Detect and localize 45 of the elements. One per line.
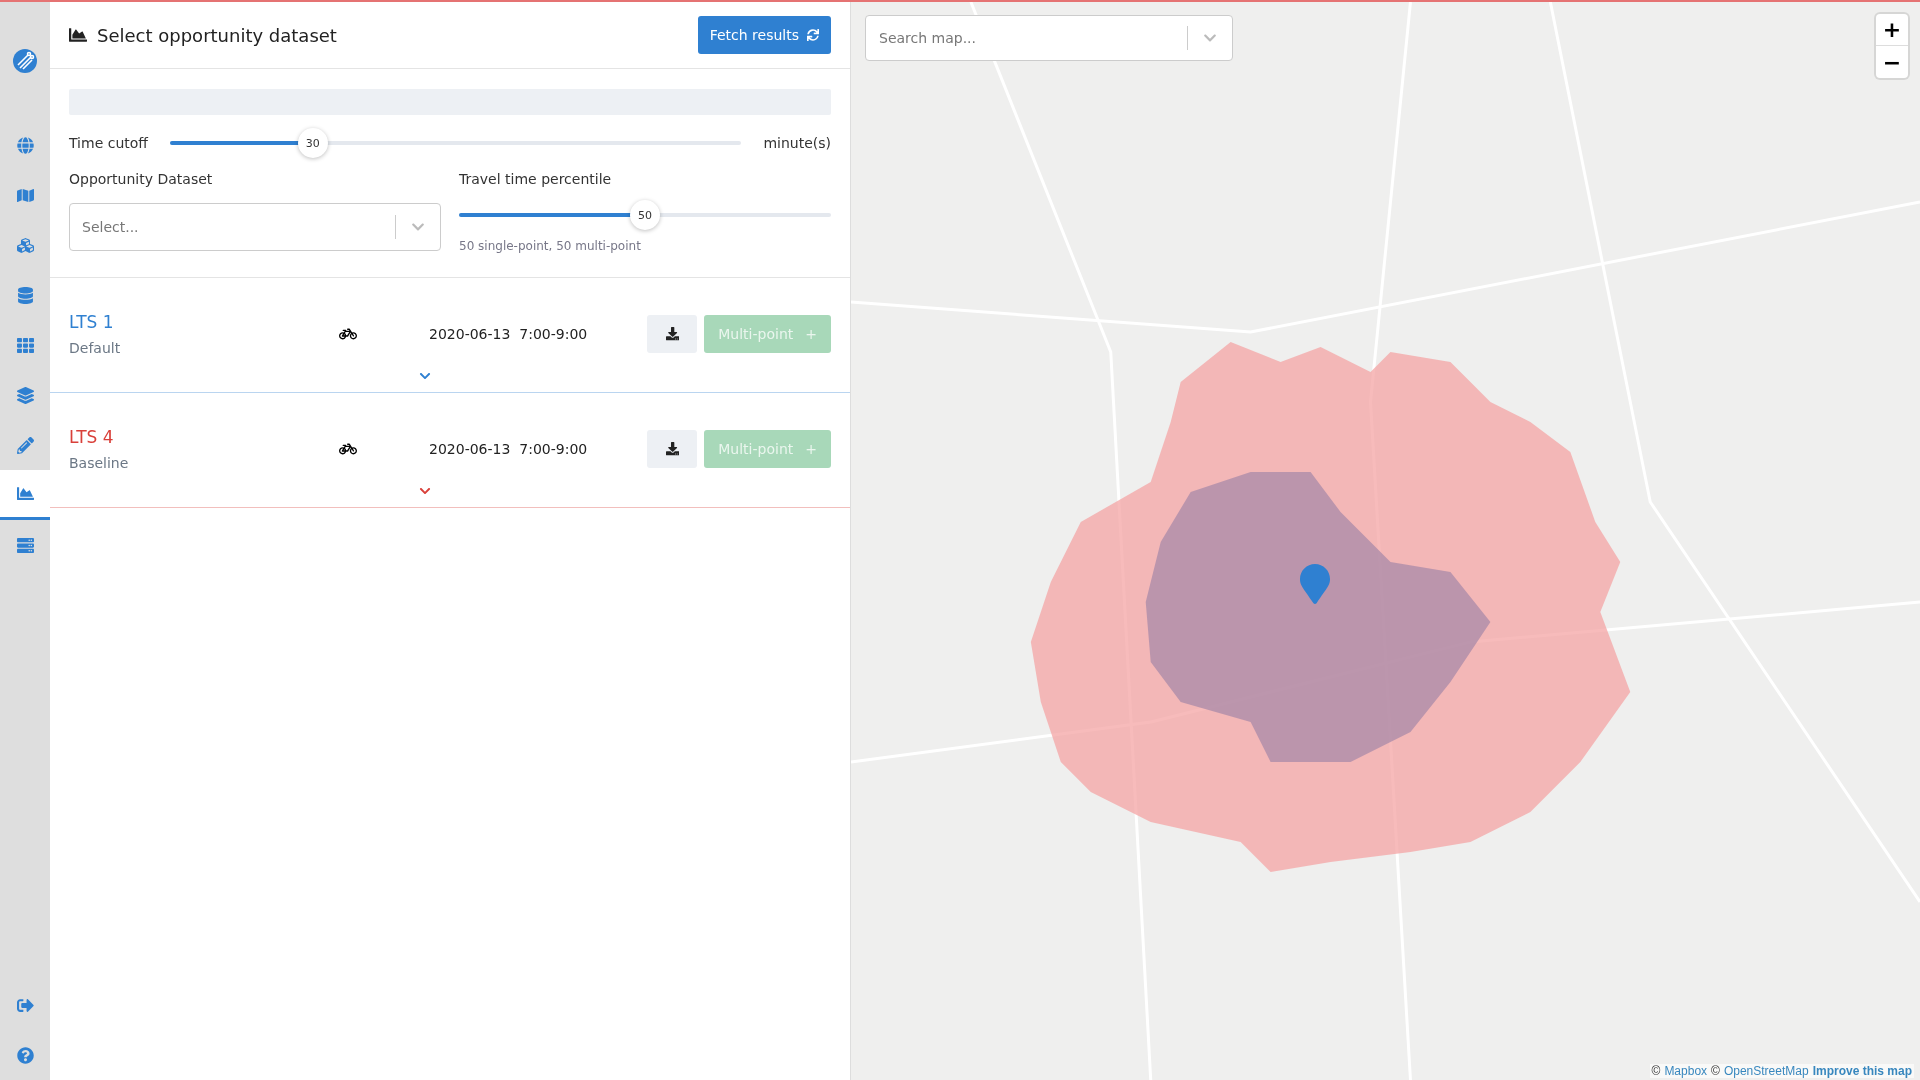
attribution-link[interactable]: OpenStreetMap <box>1723 1064 1809 1078</box>
slider-thumb[interactable]: 50 <box>630 200 660 230</box>
field-label: Opportunity Dataset <box>69 171 214 187</box>
slider-label: Travel time percentile <box>459 171 613 187</box>
sidebar-item[interactable] <box>0 470 50 520</box>
refresh-icon <box>807 29 819 41</box>
fetch-results-button[interactable]: Fetch results <box>697 16 831 54</box>
result-date: 2020-06-13 7:00-9:00 <box>429 441 589 457</box>
improve-map-link[interactable]: Improve this map <box>1812 1064 1912 1078</box>
zoom-in-button[interactable]: + <box>1876 14 1908 46</box>
sign-out-icon <box>16 996 34 1014</box>
layers-icon <box>16 386 34 404</box>
copyright-text: © <box>1711 1064 1720 1078</box>
help-icon <box>16 1046 34 1064</box>
search-map-field[interactable]: Search map... <box>865 15 1233 61</box>
expand-chevron-icon[interactable] <box>419 485 431 497</box>
dataset-select[interactable]: Select... <box>69 203 441 251</box>
expand-chevron-icon[interactable] <box>419 370 431 382</box>
result-subtitle: Baseline <box>69 455 130 471</box>
result-name[interactable]: LTS 1 <box>69 312 339 332</box>
pencil-icon <box>16 436 34 454</box>
slider-thumb[interactable]: 30 <box>297 128 328 158</box>
slider-label: Time cutoff <box>69 135 148 151</box>
download-icon <box>665 327 679 341</box>
server-icon <box>16 536 34 554</box>
grid-icon <box>16 336 34 354</box>
download-icon <box>665 442 679 456</box>
cubes-icon <box>16 236 34 254</box>
result-subtitle: Default <box>69 340 122 356</box>
logo-icon <box>12 48 38 74</box>
copyright-text: © <box>1651 1064 1661 1078</box>
result-name[interactable]: LTS 4 <box>69 427 339 447</box>
percentile-note: 50 single-point, 50 multi-point <box>459 239 642 253</box>
map-icon <box>16 186 34 204</box>
chart-icon <box>69 26 87 44</box>
attribution-link[interactable]: Mapbox <box>1664 1064 1708 1078</box>
result-date: 2020-06-13 7:00-9:00 <box>429 326 589 342</box>
chart-icon <box>16 485 34 502</box>
panel-title: Select opportunity dataset <box>97 24 337 46</box>
globe-icon <box>16 136 34 154</box>
unit-label: minute(s) <box>763 135 831 151</box>
zoom-out-button[interactable]: − <box>1876 46 1908 78</box>
database-icon <box>16 286 34 304</box>
download-button[interactable] <box>647 315 698 353</box>
download-button[interactable] <box>647 430 698 468</box>
